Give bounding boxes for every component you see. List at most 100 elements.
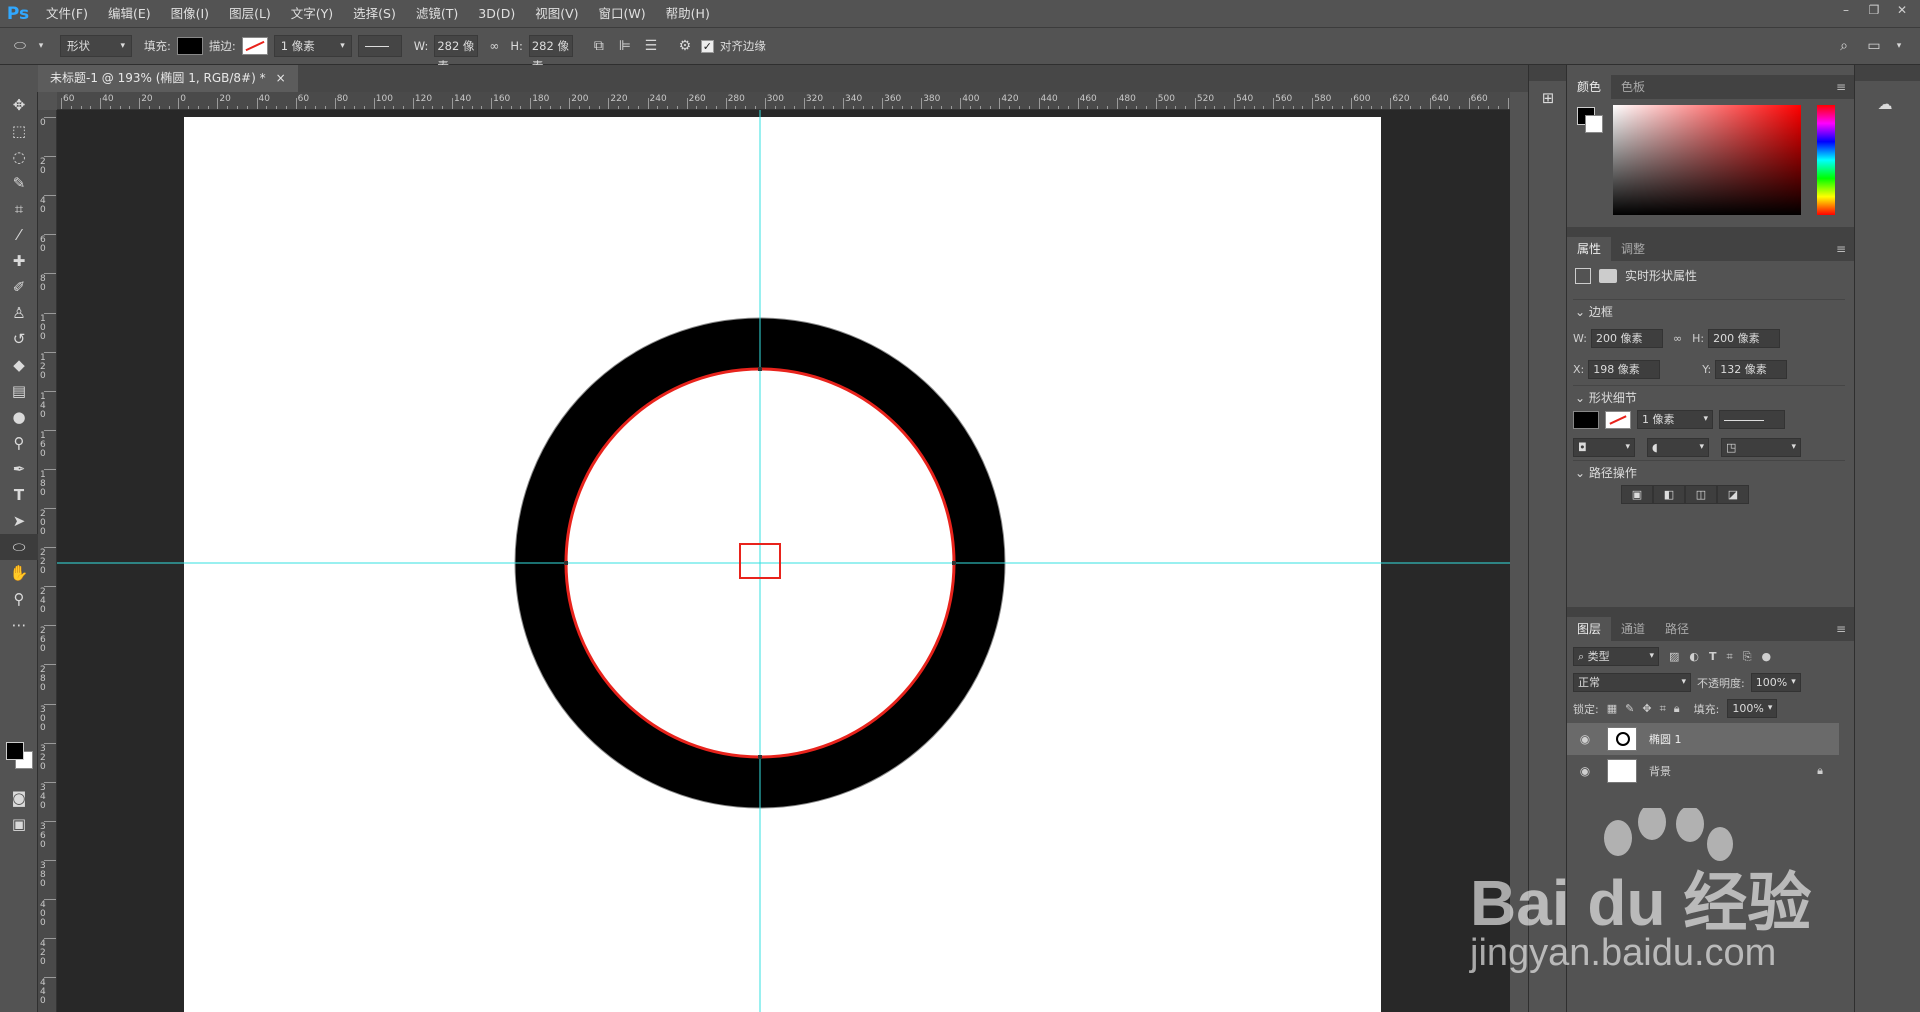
- lock-all-icon[interactable]: 🔒︎: [1674, 702, 1680, 716]
- stroke-corners-select[interactable]: ◳ ▾: [1721, 438, 1801, 457]
- restore-button[interactable]: ❐: [1860, 0, 1888, 20]
- stroke-width-field[interactable]: 1 像素 ▾: [273, 35, 352, 57]
- color-bg-swatch[interactable]: [1585, 115, 1603, 133]
- tool-mode-select[interactable]: 形状 ▾: [60, 35, 132, 57]
- menu-item-3[interactable]: 图层(L): [219, 0, 281, 27]
- crop-tool-icon[interactable]: ⌗: [0, 196, 38, 222]
- ellipse-tool-icon[interactable]: ⬭: [0, 534, 38, 560]
- menu-item-9[interactable]: 窗口(W): [589, 0, 656, 27]
- shape-details-section-title[interactable]: ⌄ 形状细节: [1575, 389, 1637, 406]
- menu-item-1[interactable]: 编辑(E): [98, 0, 161, 27]
- foreground-color-swatch[interactable]: [6, 742, 24, 760]
- shape-x-field[interactable]: 198 像素: [1588, 360, 1661, 379]
- type-filter-icon[interactable]: T: [1709, 650, 1717, 663]
- tab-close-icon[interactable]: ×: [276, 65, 286, 92]
- eraser-tool-icon[interactable]: ◆: [0, 352, 38, 378]
- tab-color[interactable]: 颜色: [1567, 75, 1612, 99]
- subtract-shape-button[interactable]: ◧: [1653, 485, 1685, 504]
- lock-position-icon[interactable]: ✥: [1642, 702, 1651, 715]
- align-edges-checkbox[interactable]: ✓: [700, 39, 714, 53]
- document-tab[interactable]: 未标题-1 @ 193% (椭圆 1, RGB/8#) * ×: [38, 65, 298, 92]
- filter-toggle-icon[interactable]: ●: [1762, 650, 1772, 663]
- path-ops-section-title[interactable]: ⌄ 路径操作: [1575, 464, 1637, 481]
- marquee-tool-icon[interactable]: ⬚: [0, 118, 38, 144]
- shape-y-field[interactable]: 132 像素: [1715, 360, 1788, 379]
- link-icon[interactable]: ∞: [1673, 332, 1682, 345]
- path-alignment-icon[interactable]: ⊫: [615, 36, 635, 56]
- workspace-icon[interactable]: ▭: [1864, 36, 1884, 56]
- ellipse-tool-preset-icon[interactable]: ⬭: [10, 36, 30, 56]
- layer-row-ellipse[interactable]: ◉ 椭圆 1: [1567, 723, 1839, 755]
- visibility-eye-icon[interactable]: ◉: [1573, 764, 1597, 778]
- dodge-tool-icon[interactable]: ⚲: [0, 430, 38, 456]
- more-tools-icon[interactable]: ⋯: [0, 612, 38, 638]
- search-icon[interactable]: ⌕: [1834, 36, 1854, 56]
- shape-filter-icon[interactable]: ⌗: [1727, 650, 1733, 664]
- menu-item-7[interactable]: 3D(D): [468, 0, 525, 27]
- lasso-tool-icon[interactable]: ◌: [0, 144, 38, 170]
- stroke-swatch[interactable]: [241, 37, 268, 55]
- tab-swatches[interactable]: 色板: [1611, 75, 1655, 99]
- menu-item-8[interactable]: 视图(V): [525, 0, 588, 27]
- height-field[interactable]: 282 像素: [528, 35, 573, 73]
- minimize-button[interactable]: –: [1832, 0, 1860, 20]
- adjustment-filter-icon[interactable]: ◐: [1689, 650, 1699, 663]
- menu-item-2[interactable]: 图像(I): [161, 0, 219, 27]
- foreground-background-colors[interactable]: [6, 742, 36, 772]
- fill-swatch[interactable]: [176, 37, 203, 55]
- tab-adjustments[interactable]: 调整: [1611, 237, 1655, 261]
- menu-item-5[interactable]: 选择(S): [343, 0, 406, 27]
- menu-item-0[interactable]: 文件(F): [36, 0, 98, 27]
- shape-width-field[interactable]: 200 像素: [1590, 329, 1663, 348]
- close-button[interactable]: ✕: [1888, 0, 1916, 20]
- shape-stroke-type-select[interactable]: [1719, 410, 1785, 429]
- history-panel-icon[interactable]: ⊞: [1529, 85, 1567, 111]
- path-operations-icon[interactable]: ⧉: [589, 36, 609, 56]
- pen-tool-icon[interactable]: ✒: [0, 456, 38, 482]
- panel-menu-icon[interactable]: ≡: [1836, 80, 1846, 94]
- stroke-caps-select[interactable]: ◖ ▾: [1647, 438, 1709, 457]
- layer-fill-field[interactable]: 100% ▾: [1727, 699, 1778, 718]
- lock-artboard-icon[interactable]: ⌗: [1660, 702, 1666, 716]
- hand-tool-icon[interactable]: ✋: [0, 560, 38, 586]
- zoom-tool-icon[interactable]: ⚲: [0, 586, 38, 612]
- layer-filter-select[interactable]: ⌕ 类型 ▾: [1573, 647, 1659, 666]
- anchor-point-bottom[interactable]: [758, 755, 762, 759]
- panel-menu-icon[interactable]: ≡: [1836, 242, 1846, 256]
- quick-mask-icon[interactable]: ◙: [0, 785, 38, 811]
- pixel-filter-icon[interactable]: ▨: [1669, 650, 1679, 663]
- combine-shapes-button[interactable]: ▣: [1621, 485, 1653, 504]
- path-arrangement-icon[interactable]: ☰: [641, 36, 661, 56]
- anchor-point-right[interactable]: [952, 561, 956, 565]
- eyedropper-tool-icon[interactable]: ⁄: [0, 222, 38, 248]
- smart-object-filter-icon[interactable]: ⎘: [1743, 650, 1752, 664]
- screen-mode-icon[interactable]: ▣: [0, 811, 38, 837]
- link-icon[interactable]: ∞: [484, 36, 504, 56]
- exclude-overlap-button[interactable]: ◪: [1717, 485, 1749, 504]
- bounds-section-title[interactable]: ⌄ 边框: [1575, 303, 1613, 320]
- menu-item-4[interactable]: 文字(Y): [281, 0, 343, 27]
- healing-brush-tool-icon[interactable]: ✚: [0, 248, 38, 274]
- dock-collapse-bar[interactable]: [1855, 65, 1920, 81]
- tab-layers[interactable]: 图层: [1567, 617, 1612, 641]
- intersect-shapes-button[interactable]: ◫: [1685, 485, 1717, 504]
- shape-stroke-width-field[interactable]: 1 像素 ▾: [1637, 410, 1713, 429]
- panel-menu-icon[interactable]: ≡: [1836, 622, 1846, 636]
- type-tool-icon[interactable]: T: [0, 482, 38, 508]
- shape-height-field[interactable]: 200 像素: [1708, 329, 1781, 348]
- layer-row-background[interactable]: ◉ 背景 🔒︎: [1567, 755, 1839, 787]
- menu-item-6[interactable]: 滤镜(T): [406, 0, 468, 27]
- gradient-tool-icon[interactable]: ▤: [0, 378, 38, 404]
- stroke-type-select[interactable]: [357, 35, 402, 57]
- stroke-align-select[interactable]: ◘ ▾: [1573, 438, 1635, 457]
- brush-tool-icon[interactable]: ✐: [0, 274, 38, 300]
- clone-stamp-tool-icon[interactable]: ♙: [0, 300, 38, 326]
- tab-properties[interactable]: 属性: [1567, 237, 1612, 261]
- anchor-point-left[interactable]: [564, 561, 568, 565]
- tab-paths[interactable]: 路径: [1655, 617, 1699, 641]
- path-selection-tool-icon[interactable]: ➤: [0, 508, 38, 534]
- blend-mode-select[interactable]: 正常 ▾: [1573, 673, 1691, 692]
- tab-channels[interactable]: 通道: [1611, 617, 1655, 641]
- hue-slider[interactable]: [1817, 105, 1835, 215]
- anchor-point-top[interactable]: [758, 367, 762, 371]
